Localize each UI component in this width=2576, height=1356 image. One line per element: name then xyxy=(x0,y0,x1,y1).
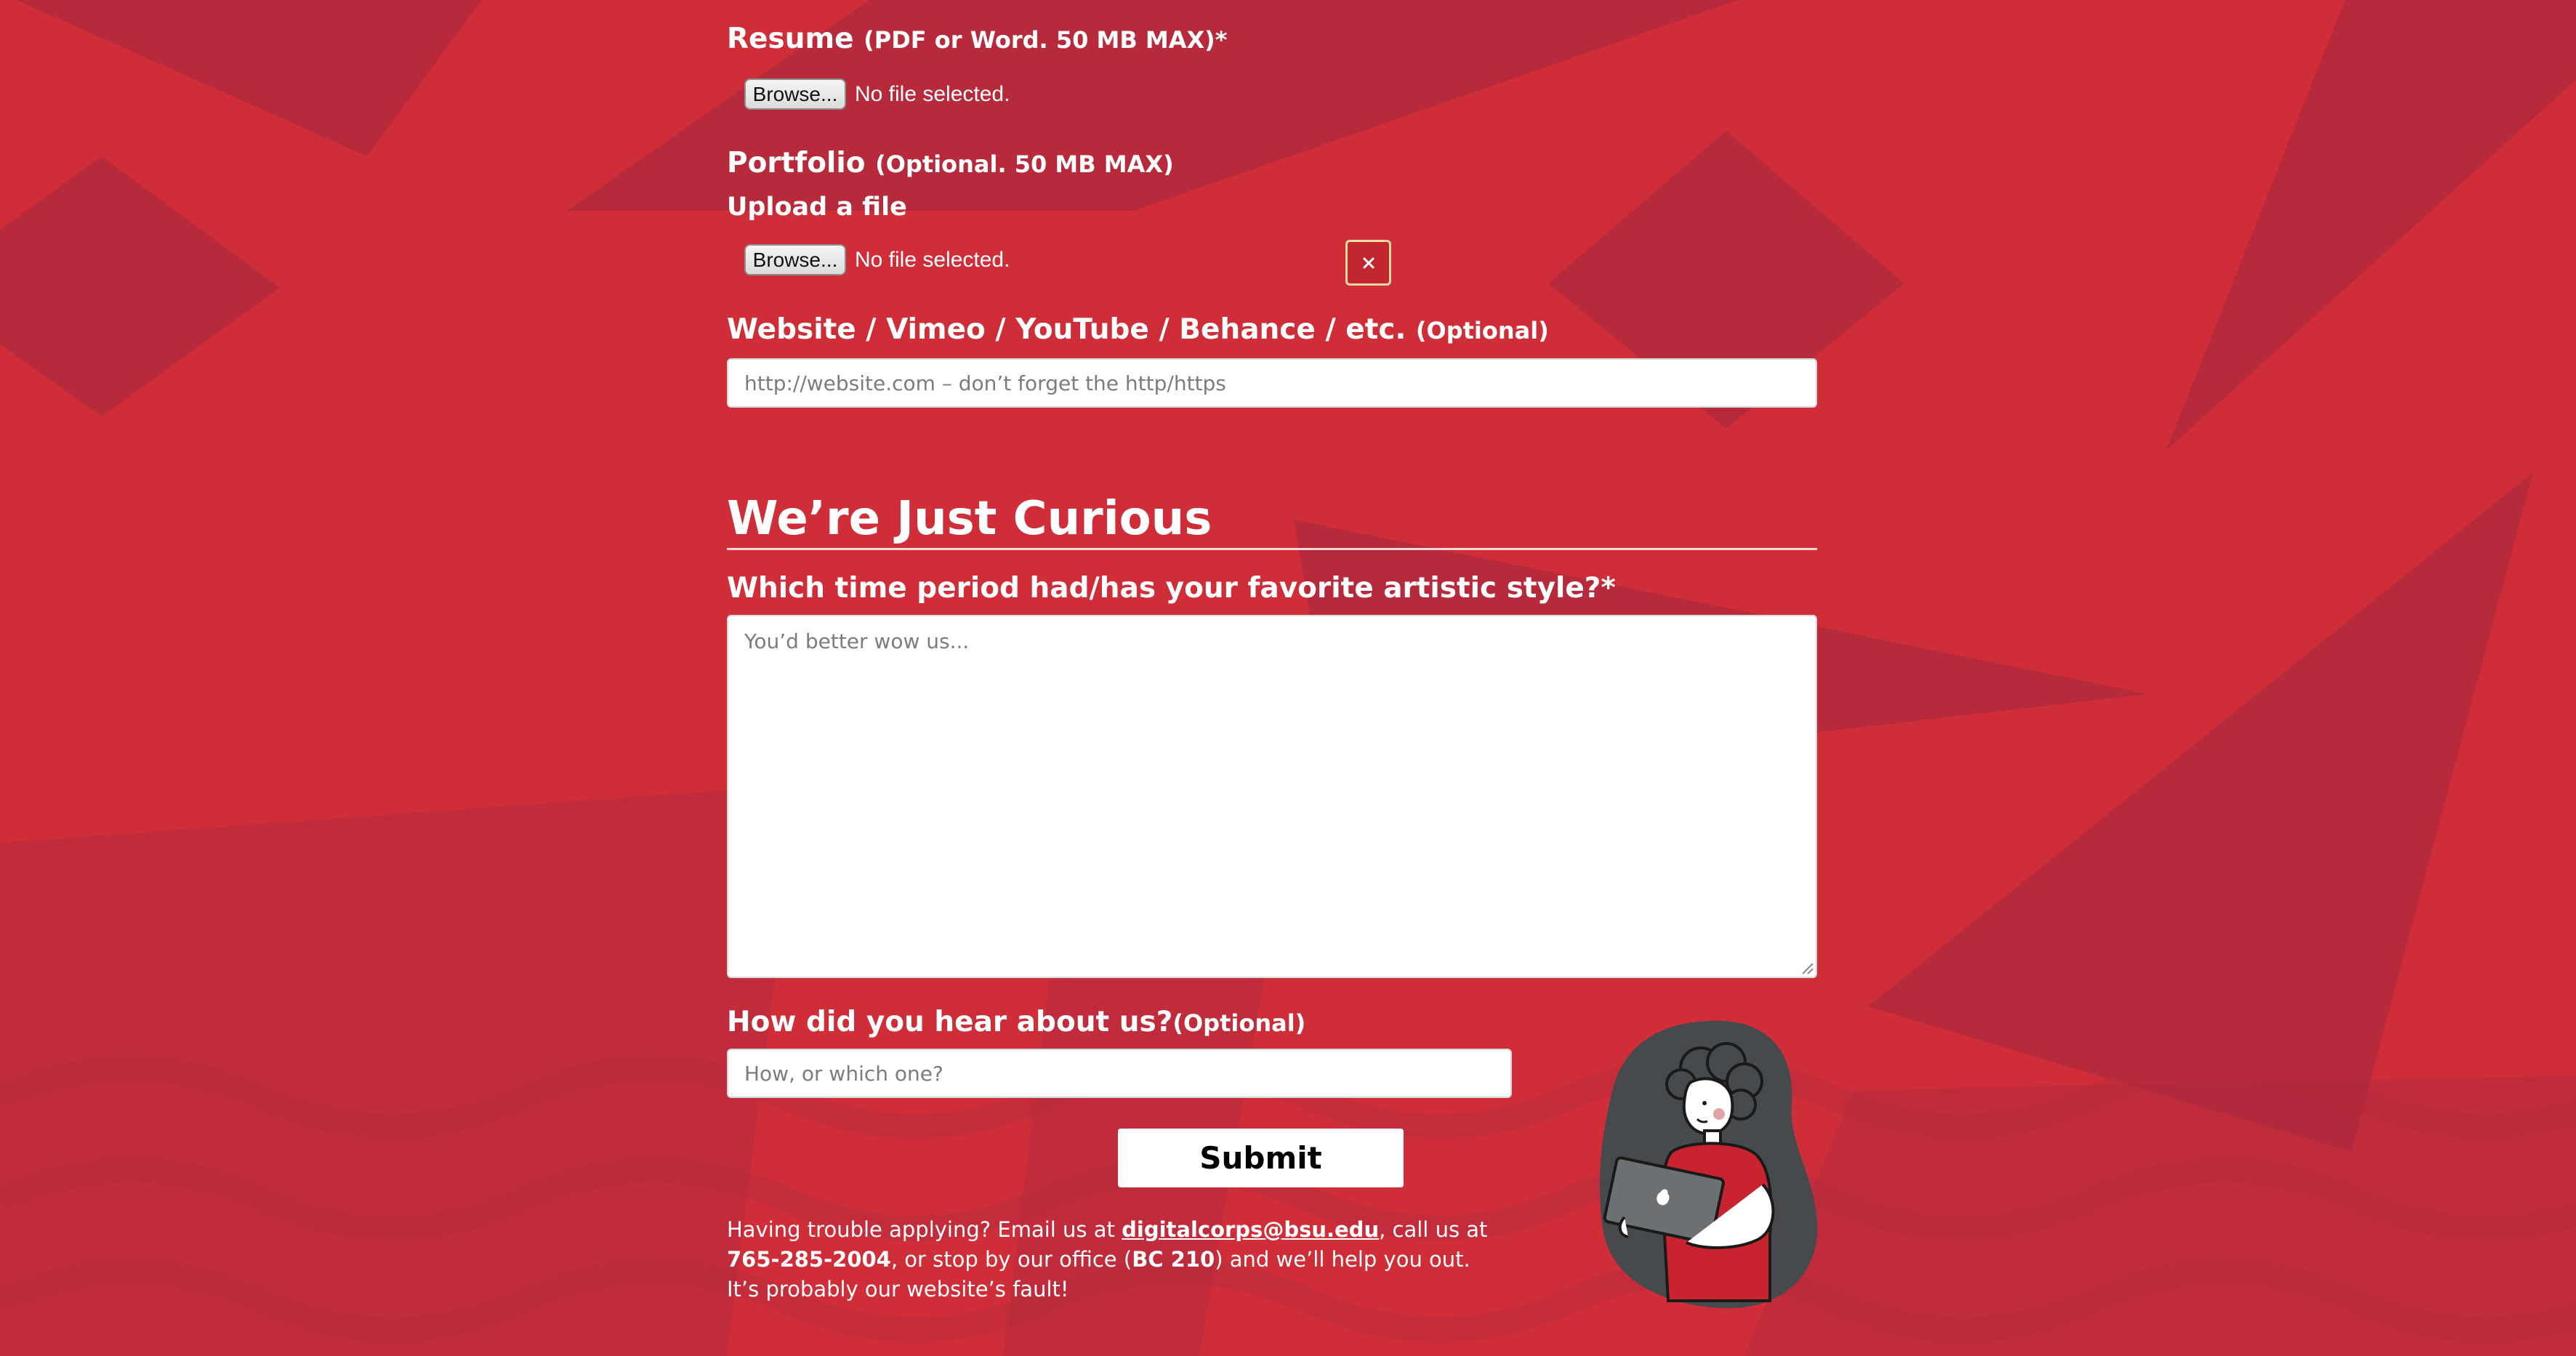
portfolio-label-text: Portfolio xyxy=(727,147,866,179)
help-text-intro: Having trouble applying? Email us at xyxy=(727,1217,1122,1242)
curious-section-title: We’re Just Curious xyxy=(727,492,1212,546)
email-link[interactable]: digitalcorps@bsu.edu xyxy=(1122,1217,1379,1242)
portfolio-file-status: No file selected. xyxy=(855,247,1010,272)
portfolio-label-note: (Optional. 50 MB MAX) xyxy=(875,150,1174,178)
portfolio-upload-label: Upload a file xyxy=(727,193,907,222)
resume-file-status: No file selected. xyxy=(855,81,1010,106)
resume-browse-button[interactable]: Browse... xyxy=(744,78,846,110)
person-with-laptop-illustration xyxy=(1599,1020,1818,1309)
close-icon xyxy=(1363,257,1374,268)
help-text-call: , call us at xyxy=(1379,1217,1488,1242)
portfolio-clear-button[interactable] xyxy=(1345,240,1391,286)
style-question-label: Which time period had/has your favorite … xyxy=(727,572,1616,605)
resume-label-text: Resume xyxy=(727,23,854,55)
phone-number: 765-285-2004 xyxy=(727,1247,891,1272)
hear-question-label: How did you hear about us?(Optional) xyxy=(727,1008,1305,1036)
website-label: Website / Vimeo / YouTube / Behance / et… xyxy=(727,315,1549,344)
submit-button[interactable]: Submit xyxy=(1118,1129,1404,1187)
hear-about-input[interactable] xyxy=(727,1049,1512,1098)
artistic-style-textarea[interactable] xyxy=(727,615,1817,978)
hear-question-text: How did you hear about us? xyxy=(727,1006,1173,1038)
website-input[interactable] xyxy=(727,358,1817,408)
resume-label: Resume (PDF or Word. 50 MB MAX)* xyxy=(727,25,1228,53)
website-label-text: Website / Vimeo / YouTube / Behance / et… xyxy=(727,313,1406,346)
portfolio-browse-button[interactable]: Browse... xyxy=(744,244,846,275)
resize-handle-icon[interactable] xyxy=(1797,958,1814,975)
portfolio-label: Portfolio (Optional. 50 MB MAX) xyxy=(727,149,1174,177)
website-label-note: (Optional) xyxy=(1415,317,1549,344)
resume-label-note: (PDF or Word. 50 MB MAX)* xyxy=(864,26,1228,54)
resume-file-input[interactable]: Browse... No file selected. xyxy=(744,78,1010,110)
portfolio-file-input[interactable]: Browse... No file selected. xyxy=(744,244,1010,275)
office-location: BC 210 xyxy=(1132,1247,1215,1272)
section-divider xyxy=(727,548,1817,550)
help-text: Having trouble applying? Email us at dig… xyxy=(727,1215,1505,1304)
hear-question-note: (Optional) xyxy=(1172,1009,1306,1037)
help-text-office-intro: , or stop by our office ( xyxy=(890,1247,1132,1272)
